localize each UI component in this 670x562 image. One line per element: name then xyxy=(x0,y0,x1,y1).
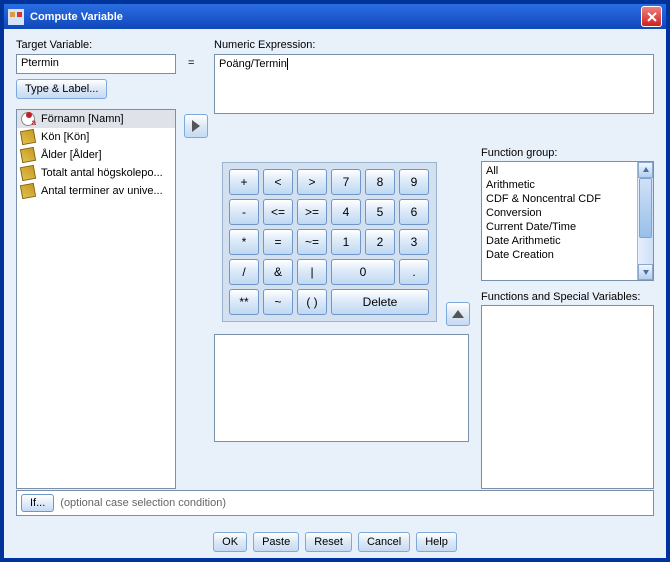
keypad-2[interactable]: 2 xyxy=(365,229,395,255)
type-label-button[interactable]: Type & Label... xyxy=(16,79,107,99)
compute-variable-dialog: Compute Variable Target Variable: Ptermi… xyxy=(3,3,667,559)
dialog-buttons: OK Paste Reset Cancel Help xyxy=(4,532,666,552)
equals-sign: = xyxy=(188,57,194,69)
keypad-delete[interactable]: Delete xyxy=(331,289,429,315)
if-condition-bar: If... (optional case selection condition… xyxy=(16,490,654,516)
variable-label: Ålder [Ålder] xyxy=(41,149,102,161)
function-group-item[interactable]: CDF & Noncentral CDF xyxy=(486,192,633,206)
arrow-up-icon xyxy=(452,310,464,318)
keypad-8[interactable]: 8 xyxy=(365,169,395,195)
functions-special-label: Functions and Special Variables: xyxy=(481,291,640,303)
variable-label: Antal terminer av unive... xyxy=(41,185,163,197)
titlebar[interactable]: Compute Variable xyxy=(4,4,666,29)
variable-label: Förnamn [Namn] xyxy=(41,113,124,125)
keypad-~=[interactable]: ~= xyxy=(297,229,327,255)
if-button[interactable]: If... xyxy=(21,494,54,512)
move-to-expression-button[interactable] xyxy=(184,114,208,138)
variable-row[interactable]: Totalt antal högskolepo... xyxy=(17,164,175,182)
scale-icon xyxy=(20,147,36,163)
keypad-&[interactable]: & xyxy=(263,259,293,285)
keypad-**[interactable]: ** xyxy=(229,289,259,315)
keypad-.[interactable]: . xyxy=(399,259,429,285)
keypad-6[interactable]: 6 xyxy=(399,199,429,225)
numeric-expression-input[interactable]: Poäng/Termin xyxy=(214,54,654,114)
keypad-*[interactable]: * xyxy=(229,229,259,255)
cancel-button[interactable]: Cancel xyxy=(358,532,410,552)
keypad-|[interactable]: | xyxy=(297,259,327,285)
function-group-item[interactable]: Date Creation xyxy=(486,248,633,262)
keypad--[interactable]: - xyxy=(229,199,259,225)
keypad->=[interactable]: >= xyxy=(297,199,327,225)
keypad-4[interactable]: 4 xyxy=(331,199,361,225)
keypad-+[interactable]: + xyxy=(229,169,259,195)
nominal-icon xyxy=(21,112,35,126)
function-group-item[interactable]: All xyxy=(486,164,633,178)
numeric-expression-value: Poäng/Termin xyxy=(219,58,287,70)
scroll-up-button[interactable] xyxy=(638,162,653,178)
keypad-<[interactable]: < xyxy=(263,169,293,195)
paste-button[interactable]: Paste xyxy=(253,532,299,552)
variable-row[interactable]: Förnamn [Namn] xyxy=(17,110,175,128)
keypad-<=[interactable]: <= xyxy=(263,199,293,225)
reset-button[interactable]: Reset xyxy=(305,532,352,552)
numeric-expression-label: Numeric Expression: xyxy=(214,39,315,51)
variable-row[interactable]: Antal terminer av unive... xyxy=(17,182,175,200)
scale-icon xyxy=(20,129,36,145)
scale-icon xyxy=(20,183,36,199)
target-variable-label: Target Variable: xyxy=(16,39,92,51)
keypad-3[interactable]: 3 xyxy=(399,229,429,255)
arrow-right-icon xyxy=(192,120,200,132)
keypad-=[interactable]: = xyxy=(263,229,293,255)
keypad-1[interactable]: 1 xyxy=(331,229,361,255)
if-description: (optional case selection condition) xyxy=(60,497,226,509)
keypad-( )[interactable]: ( ) xyxy=(297,289,327,315)
window-title: Compute Variable xyxy=(30,11,123,23)
close-icon xyxy=(647,12,657,22)
scrollbar[interactable] xyxy=(637,162,653,280)
keypad: +<>789 -<=>=456 *=~=123 /&|0. **~( )Delete xyxy=(222,162,437,322)
function-group-list[interactable]: AllArithmeticCDF & Noncentral CDFConvers… xyxy=(481,161,654,281)
keypad-9[interactable]: 9 xyxy=(399,169,429,195)
insert-function-button[interactable] xyxy=(446,302,470,326)
app-icon xyxy=(8,9,24,25)
variable-list[interactable]: Förnamn [Namn] Kön [Kön] Ålder [Ålder] Tota… xyxy=(16,109,176,489)
target-variable-value: Ptermin xyxy=(21,57,59,69)
function-group-item[interactable]: Arithmetic xyxy=(486,178,633,192)
description-box xyxy=(214,334,469,442)
function-group-item[interactable]: Current Date/Time xyxy=(486,220,633,234)
scroll-down-button[interactable] xyxy=(638,264,653,280)
keypad-5[interactable]: 5 xyxy=(365,199,395,225)
scale-icon xyxy=(20,165,36,181)
variable-row[interactable]: Ålder [Ålder] xyxy=(17,146,175,164)
keypad-/[interactable]: / xyxy=(229,259,259,285)
ok-button[interactable]: OK xyxy=(213,532,247,552)
scroll-thumb[interactable] xyxy=(639,178,652,238)
dialog-content: Target Variable: Ptermin = Type & Label.… xyxy=(4,29,666,558)
help-button[interactable]: Help xyxy=(416,532,457,552)
keypad->[interactable]: > xyxy=(297,169,327,195)
variable-label: Kön [Kön] xyxy=(41,131,89,143)
variable-row[interactable]: Kön [Kön] xyxy=(17,128,175,146)
function-group-item[interactable]: Conversion xyxy=(486,206,633,220)
keypad-7[interactable]: 7 xyxy=(331,169,361,195)
variable-label: Totalt antal högskolepo... xyxy=(41,167,163,179)
close-button[interactable] xyxy=(641,6,662,27)
function-group-item[interactable]: Date Arithmetic xyxy=(486,234,633,248)
functions-special-list[interactable] xyxy=(481,305,654,489)
text-cursor xyxy=(287,58,288,70)
function-group-label: Function group: xyxy=(481,147,557,159)
keypad-~[interactable]: ~ xyxy=(263,289,293,315)
target-variable-input[interactable]: Ptermin xyxy=(16,54,176,74)
keypad-0[interactable]: 0 xyxy=(331,259,395,285)
